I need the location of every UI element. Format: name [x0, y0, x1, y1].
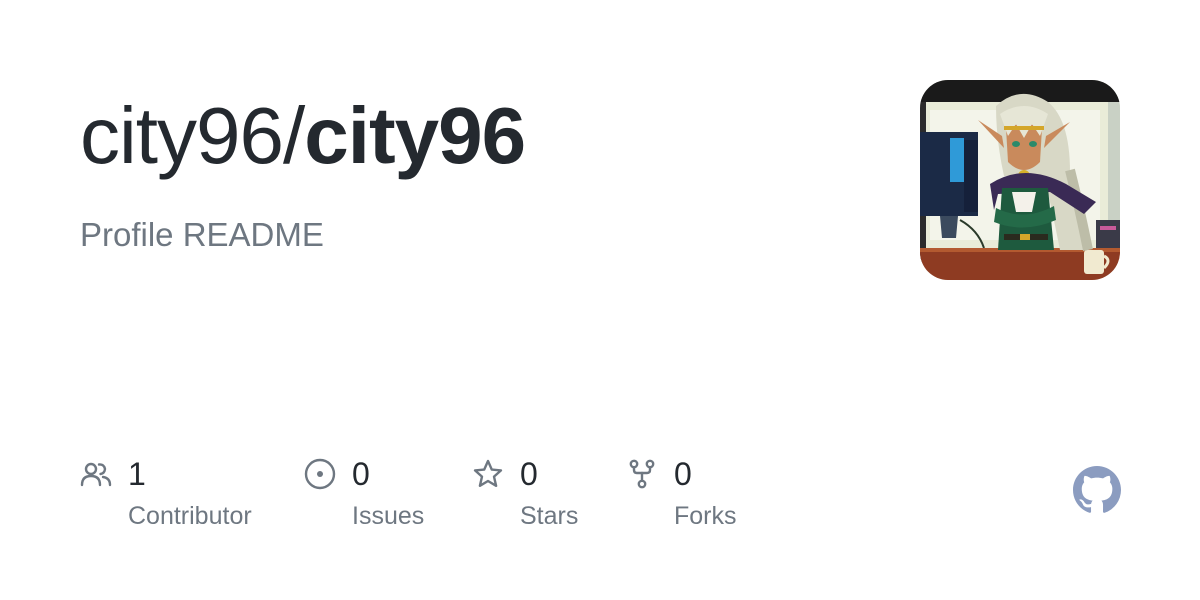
- stat-forks[interactable]: 0 Forks: [626, 452, 756, 542]
- people-icon: [80, 462, 112, 487]
- issues-label: Issues: [352, 502, 425, 530]
- github-logo-icon[interactable]: [1073, 466, 1121, 514]
- issue-opened-icon: [304, 458, 336, 490]
- repo-forked-icon: [629, 459, 655, 489]
- forks-label: Forks: [674, 502, 737, 530]
- repo-name[interactable]: city96: [304, 91, 526, 180]
- stat-issues[interactable]: 0 Issues: [304, 452, 434, 542]
- stat-stars[interactable]: 0 Stars: [472, 452, 592, 542]
- repo-owner[interactable]: city96/: [80, 91, 305, 180]
- repo-description: Profile README: [80, 216, 324, 253]
- stat-contributors[interactable]: 1 Contributor: [80, 452, 270, 542]
- stars-label: Stars: [520, 502, 579, 530]
- forks-count: 0: [674, 456, 692, 492]
- contributors-count: 1: [128, 456, 146, 492]
- stars-count: 0: [520, 456, 538, 492]
- repo-title[interactable]: city96/city96: [80, 86, 526, 186]
- star-icon: [473, 459, 503, 487]
- owner-avatar[interactable]: [920, 80, 1120, 280]
- repo-social-card: city96/city96 Profile README 1 Contribut…: [0, 0, 1200, 600]
- contributors-label: Contributor: [128, 502, 252, 530]
- issues-count: 0: [352, 456, 370, 492]
- avatar-illustration: [920, 80, 1120, 280]
